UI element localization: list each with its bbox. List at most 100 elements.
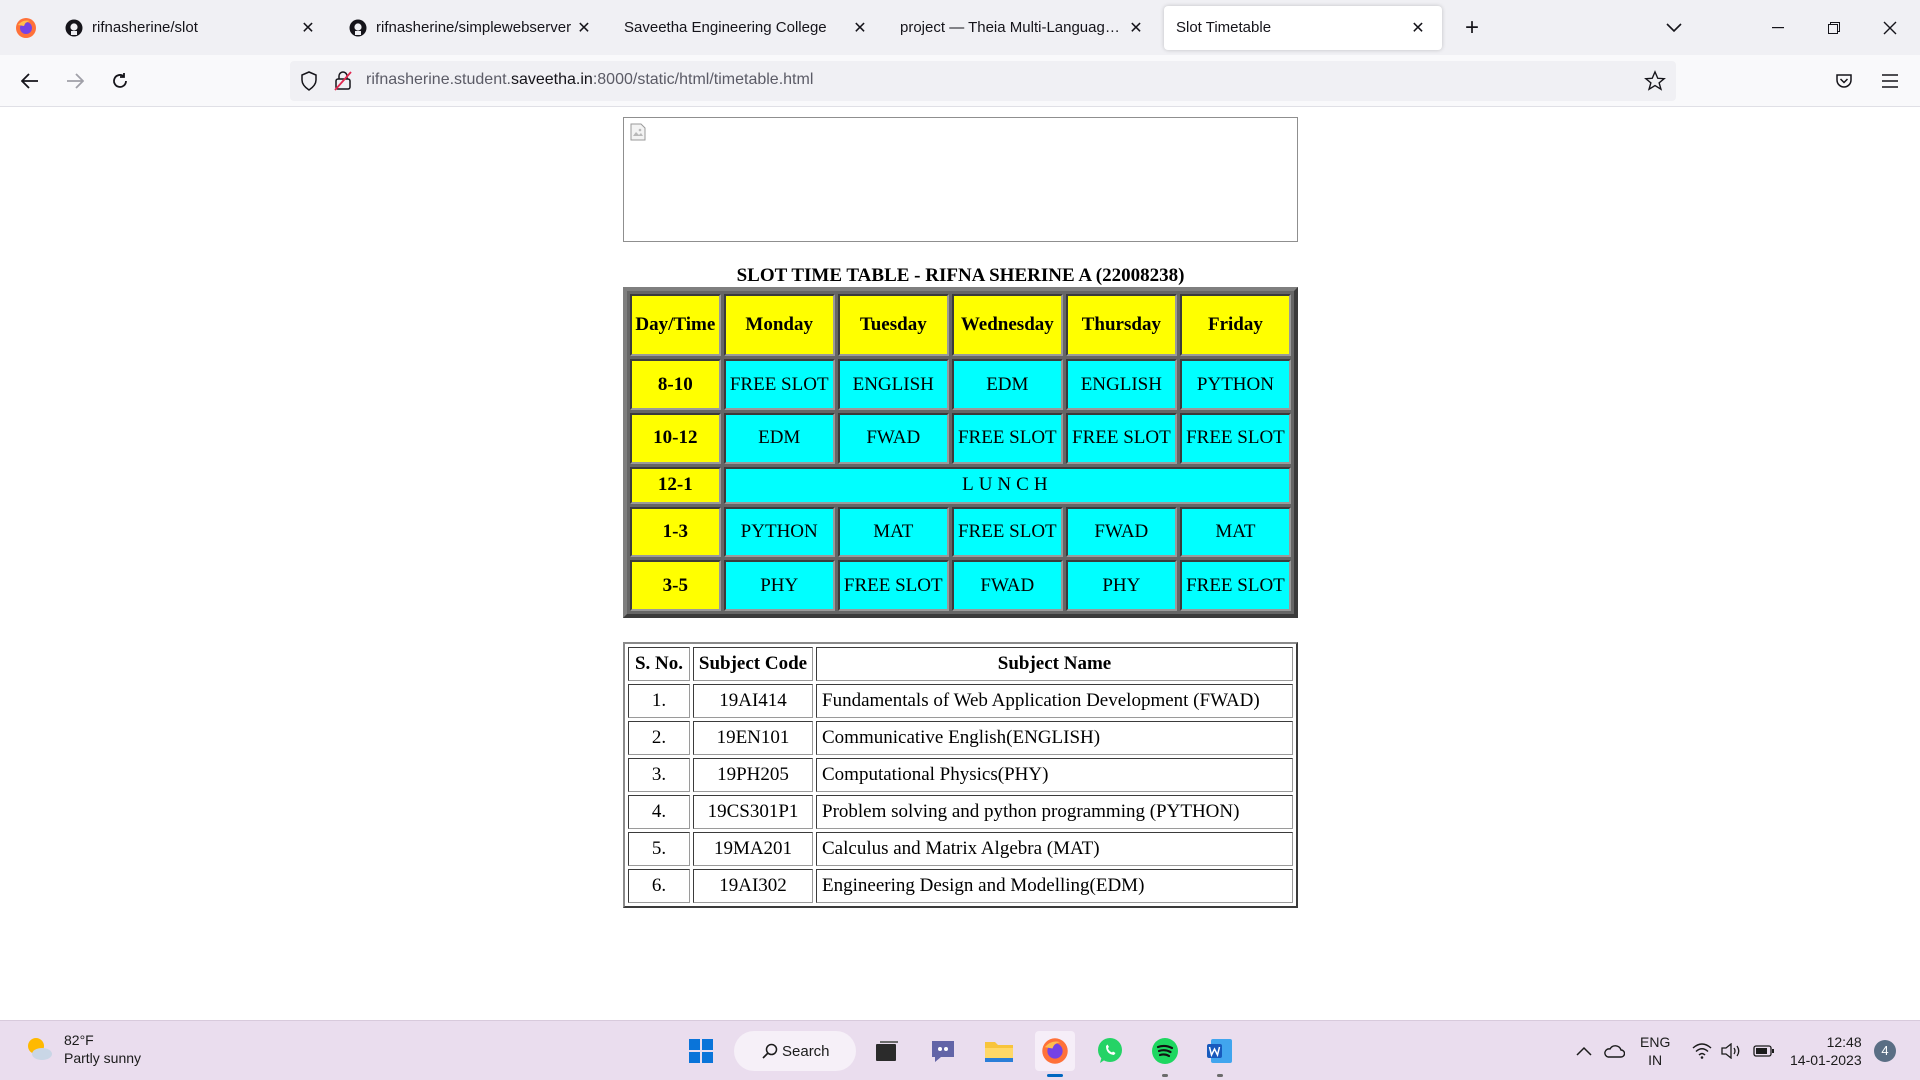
menu-icon[interactable] xyxy=(1872,63,1908,99)
word-icon[interactable] xyxy=(1200,1031,1240,1077)
tracking-protection-icon[interactable] xyxy=(300,71,318,96)
address-bar[interactable]: rifnasherine.student.saveetha.in:8000/st… xyxy=(290,61,1676,101)
slot-timetable: Day/Time Monday Tuesday Wednesday Thursday Fr… xyxy=(623,287,1298,618)
language-region: IN xyxy=(1648,1052,1663,1068)
subject-name-cell: Problem solving and python programming (… xyxy=(816,795,1293,829)
url-domain: saveetha.in xyxy=(510,71,593,88)
subject-name-cell: Engineering Design and Modelling(EDM) xyxy=(816,869,1293,903)
serial-number-cell: 3. xyxy=(628,758,690,792)
taskbar-search[interactable]: Search xyxy=(734,1031,856,1071)
github-icon xyxy=(348,18,368,38)
battery-icon[interactable] xyxy=(1752,1039,1776,1063)
task-view-icon[interactable] xyxy=(867,1031,907,1071)
language-code: ENG xyxy=(1640,1034,1671,1050)
timetable-row: 3-5 PHY FREE SLOT FWAD PHY FREE SLOT xyxy=(630,560,1291,611)
firefox-icon[interactable] xyxy=(0,0,52,55)
notification-badge[interactable]: 4 xyxy=(1874,1040,1896,1062)
subject-name-cell: Computational Physics(PHY) xyxy=(816,758,1293,792)
subjects-header-row: S. No. Subject Code Subject Name xyxy=(628,647,1293,681)
subject-name-cell: Calculus and Matrix Algebra (MAT) xyxy=(816,832,1293,866)
subject-slot-cell: FREE SLOT xyxy=(1065,413,1177,464)
whatsapp-icon[interactable] xyxy=(1090,1031,1130,1071)
subject-slot-cell: FWAD xyxy=(951,560,1063,611)
subject-slot-cell: FWAD xyxy=(837,413,949,464)
subject-code-cell: 19MA201 xyxy=(693,832,813,866)
back-icon[interactable] xyxy=(12,63,48,99)
forward-icon[interactable] xyxy=(57,63,93,99)
url-suffix: :8000/static/html/timetable.html xyxy=(592,71,814,88)
subject-name-cell: Fundamentals of Web Application Developm… xyxy=(816,684,1293,718)
subjects-header-cell: Subject Code xyxy=(693,647,813,681)
firefox-taskbar-icon[interactable] xyxy=(1035,1031,1075,1077)
list-all-tabs-icon[interactable] xyxy=(1656,10,1692,46)
volume-icon[interactable] xyxy=(1720,1039,1744,1063)
close-tab-icon[interactable]: ✕ xyxy=(572,16,596,40)
close-tab-icon[interactable]: ✕ xyxy=(848,16,872,40)
tab-label: rifnasherine/slot xyxy=(92,19,198,36)
language-indicator[interactable]: ENG IN xyxy=(1640,1033,1670,1069)
wifi-icon[interactable] xyxy=(1690,1039,1714,1063)
insecure-lock-icon[interactable] xyxy=(334,71,352,96)
browser-tab[interactable]: Slot Timetable ✕ xyxy=(1164,5,1442,50)
time-slot-cell: 3-5 xyxy=(630,560,721,611)
table-row: 4. 19CS301P1 Problem solving and python pr… xyxy=(628,795,1293,829)
bookmark-star-icon[interactable] xyxy=(1644,70,1666,97)
weather-temp: 82°F xyxy=(64,1032,94,1048)
close-tab-icon[interactable]: ✕ xyxy=(1406,16,1430,40)
tab-label: project — Theia Multi-Language Ex xyxy=(900,19,1124,36)
url-text[interactable]: rifnasherine.student.saveetha.in:8000/st… xyxy=(366,71,813,89)
subject-code-cell: 19PH205 xyxy=(693,758,813,792)
windows-start-icon[interactable] xyxy=(681,1031,721,1071)
page-content: SLOT TIME TABLE - RIFNA SHERINE A (22008… xyxy=(0,108,1920,1020)
subject-slot-cell: PYTHON xyxy=(723,506,835,558)
subject-slot-cell: PHY xyxy=(1065,560,1177,611)
serial-number-cell: 1. xyxy=(628,684,690,718)
show-hidden-icons-icon[interactable] xyxy=(1572,1039,1596,1063)
timetable-header-cell: Wednesday xyxy=(951,294,1063,357)
lunch-cell: LUNCH xyxy=(723,466,1291,504)
teams-chat-icon[interactable] xyxy=(923,1031,963,1071)
subject-slot-cell: PHY xyxy=(723,560,835,611)
search-label: Search xyxy=(782,1042,830,1060)
weather-widget[interactable]: 82°F Partly sunny xyxy=(24,1031,141,1067)
reload-icon[interactable] xyxy=(102,63,138,99)
subject-slot-cell: MAT xyxy=(837,506,949,558)
clock-time: 12:48 xyxy=(1826,1034,1862,1050)
file-explorer-icon[interactable] xyxy=(979,1031,1019,1071)
pocket-icon[interactable] xyxy=(1826,63,1862,99)
timetable-header-row: Day/Time Monday Tuesday Wednesday Thursday Fr… xyxy=(630,294,1291,357)
close-window-icon[interactable] xyxy=(1868,6,1912,50)
serial-number-cell: 4. xyxy=(628,795,690,829)
time-slot-cell: 1-3 xyxy=(630,506,721,558)
onedrive-icon[interactable] xyxy=(1602,1039,1626,1063)
close-tab-icon[interactable]: ✕ xyxy=(1124,16,1148,40)
subject-name-cell: Communicative English(ENGLISH) xyxy=(816,721,1293,755)
broken-banner-image xyxy=(623,117,1298,242)
subject-slot-cell: EDM xyxy=(951,359,1063,411)
time-slot-cell: 10-12 xyxy=(630,413,721,464)
timetable-row: 1-3 PYTHON MAT FREE SLOT FWAD MAT xyxy=(630,506,1291,558)
subject-slot-cell: FREE SLOT xyxy=(951,506,1063,558)
subject-slot-cell: FWAD xyxy=(1065,506,1177,558)
new-tab-button[interactable]: + xyxy=(1450,6,1494,50)
subject-slot-cell: MAT xyxy=(1179,506,1291,558)
browser-tab[interactable]: project — Theia Multi-Language Ex ✕ xyxy=(888,6,1160,50)
browser-tab[interactable]: Saveetha Engineering College ✕ xyxy=(612,6,884,50)
search-icon xyxy=(762,1043,778,1059)
tab-strip: rifnasherine/slot ✕ rifnasherine/simpleweb… xyxy=(0,0,1920,55)
minimize-icon[interactable] xyxy=(1756,6,1800,50)
browser-tab[interactable]: rifnasherine/simplewebserver ✕ xyxy=(336,6,608,50)
clock[interactable]: 12:48 14-01-2023 xyxy=(1790,1033,1862,1069)
subject-slot-cell: PYTHON xyxy=(1179,359,1291,411)
serial-number-cell: 2. xyxy=(628,721,690,755)
subjects-table: S. No. Subject Code Subject Name 1. 19AI414… xyxy=(623,642,1298,908)
close-tab-icon[interactable]: ✕ xyxy=(296,16,320,40)
serial-number-cell: 5. xyxy=(628,832,690,866)
timetable-row: 10-12 EDM FWAD FREE SLOT FREE SLOT FREE SLOT xyxy=(630,413,1291,464)
spotify-icon[interactable] xyxy=(1145,1031,1185,1077)
restore-icon[interactable] xyxy=(1812,6,1856,50)
subjects-header-cell: S. No. xyxy=(628,647,690,681)
browser-tab[interactable]: rifnasherine/slot ✕ xyxy=(52,6,332,50)
subject-code-cell: 19AI302 xyxy=(693,869,813,903)
table-row: 6. 19AI302 Engineering Design and Modellin… xyxy=(628,869,1293,903)
